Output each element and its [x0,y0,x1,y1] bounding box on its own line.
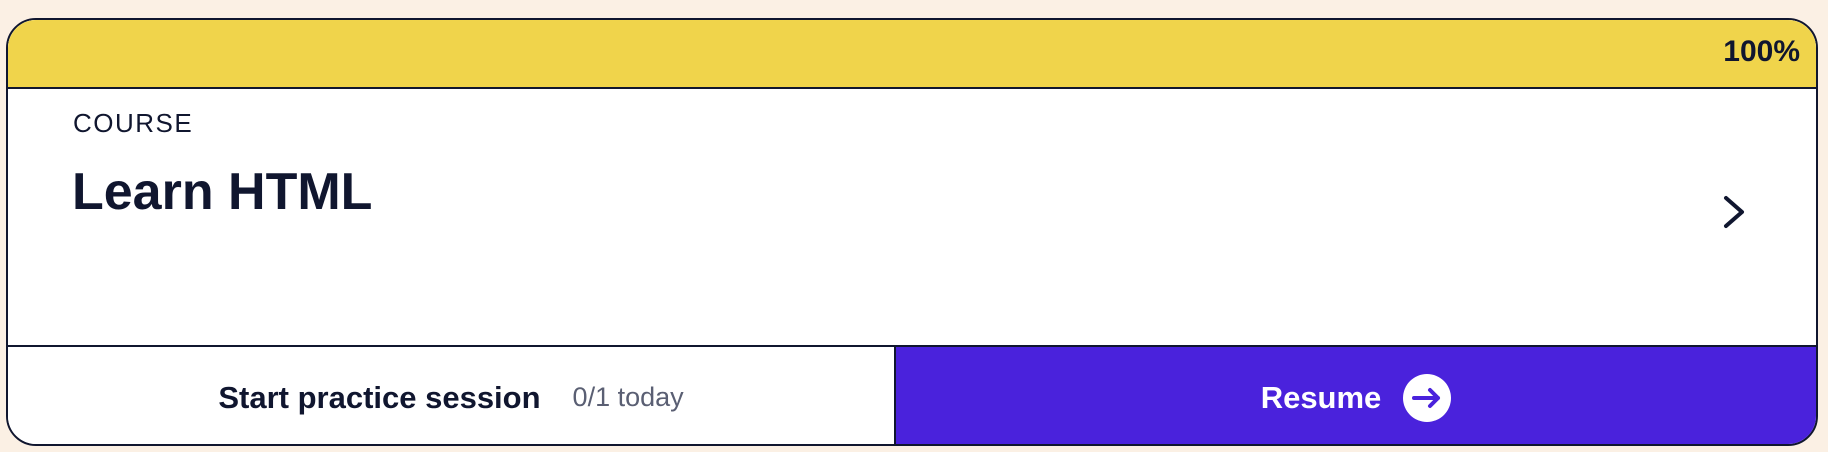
start-practice-button[interactable]: Start practice session 0/1 today [8,347,896,444]
resume-button[interactable]: Resume [896,347,1816,444]
progress-fill [8,20,1816,87]
practice-label: Start practice session [218,379,541,415]
course-title[interactable]: Learn HTML [72,162,372,222]
chevron-right-icon[interactable] [1716,192,1752,232]
arrow-right-circle-icon [1403,373,1452,422]
course-card: 100% COURSE Learn HTML Start practice se… [6,18,1818,446]
course-kicker: COURSE [73,108,194,138]
practice-count: 0/1 today [572,382,684,412]
card-footer: Start practice session 0/1 today Resume [8,345,1816,444]
resume-label: Resume [1260,379,1382,415]
progress-percent: 100% [1723,35,1800,68]
progress-bar: 100% [8,20,1816,89]
